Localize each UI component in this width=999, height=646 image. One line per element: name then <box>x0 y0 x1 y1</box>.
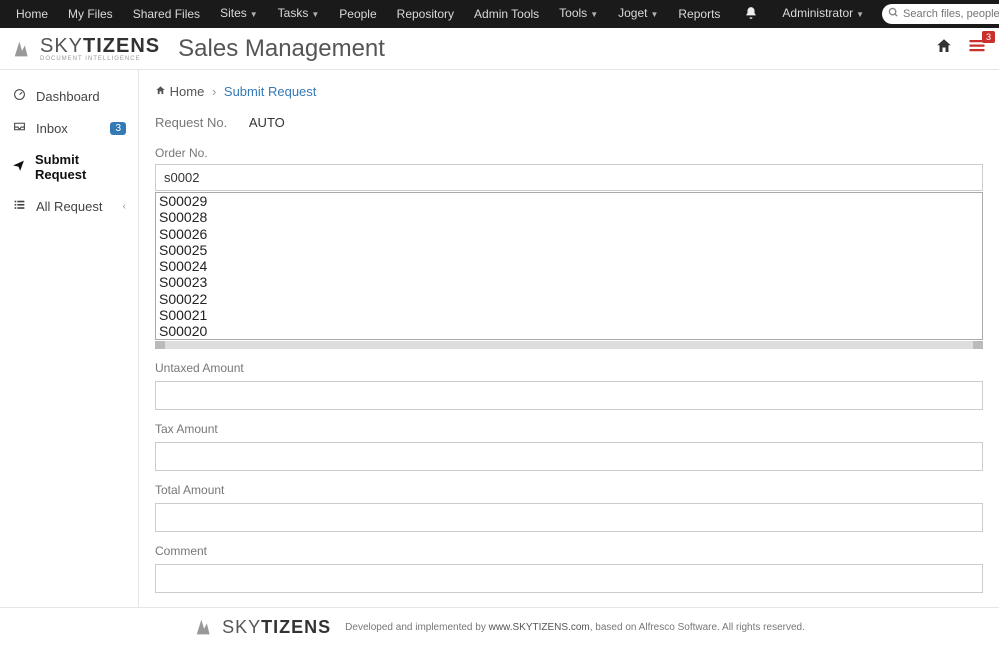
chevron-right-icon: › <box>212 84 216 99</box>
order-no-label: Order No. <box>155 146 983 160</box>
tasks-badge: 3 <box>982 31 995 43</box>
sidebar-item-label: All Request <box>36 199 102 214</box>
top-navbar: HomeMy FilesShared FilesSites▼Tasks▼Peop… <box>0 0 999 28</box>
nav-shared-files[interactable]: Shared Files <box>123 0 210 28</box>
inbox-icon <box>12 120 26 136</box>
comment-input[interactable] <box>155 564 983 593</box>
order-option[interactable]: S00028 <box>156 209 982 225</box>
nav-tools[interactable]: Tools▼ <box>549 0 608 29</box>
breadcrumb-home[interactable]: Home <box>170 84 205 99</box>
nav-sites[interactable]: Sites▼ <box>210 0 268 29</box>
nav-repository[interactable]: Repository <box>387 0 464 28</box>
order-option[interactable]: S00022 <box>156 291 982 307</box>
tasks-icon[interactable]: 3 <box>967 37 987 60</box>
notifications-icon[interactable] <box>730 6 772 23</box>
sidebar-item-label: Submit Request <box>35 152 126 182</box>
nav-admin-tools[interactable]: Admin Tools <box>464 0 549 28</box>
sidebar: Dashboard Inbox 3 Submit Request All Request… <box>0 70 139 607</box>
order-option[interactable]: S00020 <box>156 323 982 339</box>
request-no-label: Request No. <box>155 115 227 130</box>
sidebar-item-label: Inbox <box>36 121 68 136</box>
request-number-row: Request No. AUTO <box>155 115 983 130</box>
search-input[interactable] <box>903 8 999 20</box>
untaxed-amount-label: Untaxed Amount <box>155 361 983 375</box>
footer-text: Developed and implemented by www.SKYTIZE… <box>345 622 805 633</box>
dropdown-scrollbar[interactable] <box>155 341 983 349</box>
logo-mark-icon <box>194 616 216 638</box>
breadcrumb: Home › Submit Request <box>155 84 983 99</box>
sidebar-item-dashboard[interactable]: Dashboard <box>0 80 138 112</box>
dashboard-icon <box>12 88 26 104</box>
home-icon[interactable] <box>935 37 953 60</box>
nav-reports[interactable]: Reports <box>668 0 730 28</box>
brand-logo[interactable]: SKYTIZENS DOCUMENT INTELLIGENCE <box>12 35 160 62</box>
home-icon-small[interactable] <box>155 84 170 99</box>
total-amount-label: Total Amount <box>155 483 983 497</box>
user-menu[interactable]: Administrator▼ <box>772 0 874 29</box>
search-icon <box>888 7 899 21</box>
sidebar-item-label: Dashboard <box>36 89 100 104</box>
request-no-value: AUTO <box>249 115 285 130</box>
sidebar-item-submit-request[interactable]: Submit Request <box>0 144 138 190</box>
page-title: Sales Management <box>178 35 385 63</box>
nav-joget[interactable]: Joget▼ <box>608 0 668 29</box>
breadcrumb-current: Submit Request <box>224 84 317 99</box>
nav-my-files[interactable]: My Files <box>58 0 123 28</box>
nav-people[interactable]: People <box>329 0 386 28</box>
send-icon <box>12 159 25 175</box>
footer-logo: SKYTIZENS <box>194 616 331 638</box>
order-no-dropdown: S00029S00028S00026S00025S00024S00023S000… <box>155 192 983 340</box>
logo-mark-icon <box>12 38 34 60</box>
tax-amount-label: Tax Amount <box>155 422 983 436</box>
global-search[interactable]: ✕ <box>882 4 999 24</box>
untaxed-amount-input[interactable] <box>155 381 983 410</box>
tax-amount-input[interactable] <box>155 442 983 471</box>
sidebar-item-inbox[interactable]: Inbox 3 <box>0 112 138 144</box>
nav-home[interactable]: Home <box>6 0 58 28</box>
chevron-left-icon: ‹ <box>123 201 126 212</box>
footer-link[interactable]: www.SKYTIZENS.com <box>489 622 590 633</box>
order-option[interactable]: S00025 <box>156 242 982 258</box>
main-content: Home › Submit Request Request No. AUTO O… <box>139 70 999 607</box>
page-header: SKYTIZENS DOCUMENT INTELLIGENCE Sales Ma… <box>0 28 999 70</box>
page-footer: SKYTIZENS Developed and implemented by w… <box>0 608 999 646</box>
list-icon <box>12 198 26 214</box>
comment-label: Comment <box>155 544 983 558</box>
order-option[interactable]: S00026 <box>156 226 982 242</box>
total-amount-input[interactable] <box>155 503 983 532</box>
order-option[interactable]: S00024 <box>156 258 982 274</box>
order-option[interactable]: S00029 <box>156 193 982 209</box>
order-no-input[interactable] <box>155 164 983 191</box>
sidebar-badge: 3 <box>110 122 126 135</box>
order-option[interactable]: S00021 <box>156 307 982 323</box>
order-no-combobox[interactable]: S00029S00028S00026S00025S00024S00023S000… <box>155 164 983 191</box>
order-option[interactable]: S00023 <box>156 274 982 290</box>
sidebar-item-all-request[interactable]: All Request ‹ <box>0 190 138 222</box>
nav-tasks[interactable]: Tasks▼ <box>268 0 330 29</box>
